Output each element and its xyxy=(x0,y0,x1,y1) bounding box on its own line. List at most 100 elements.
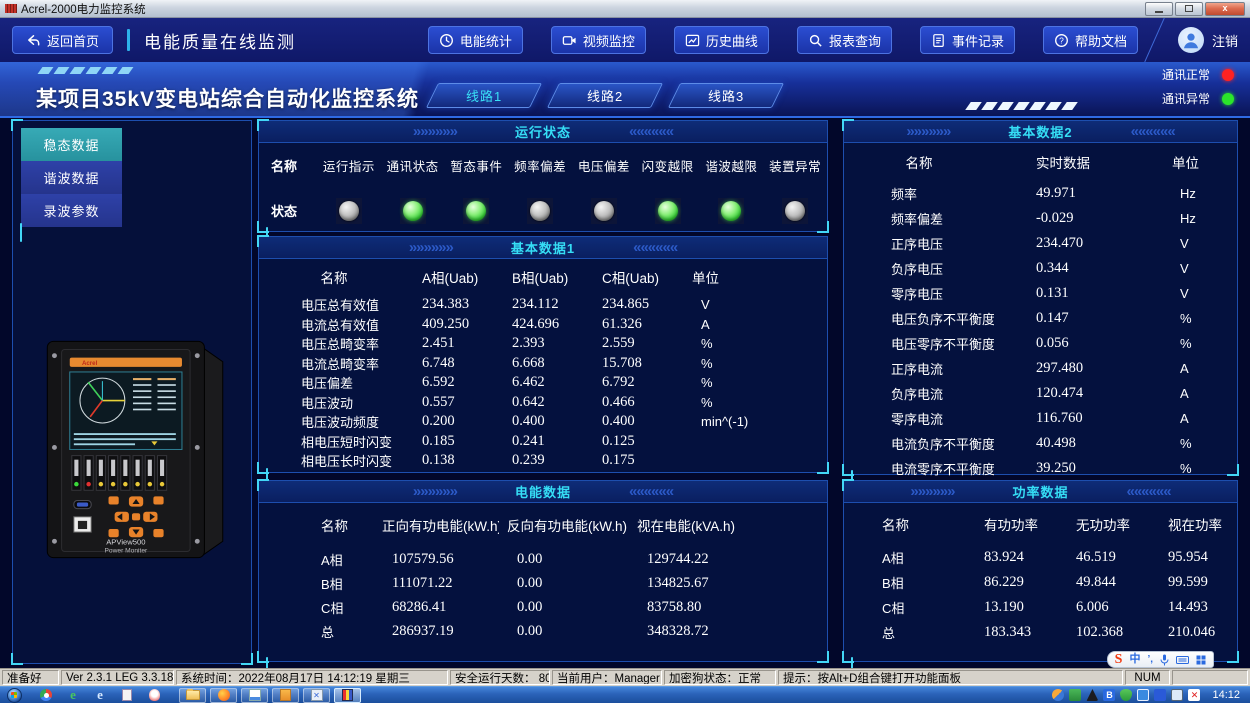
table-cell: 0.00 xyxy=(499,619,629,643)
firefox-icon[interactable] xyxy=(210,688,237,703)
table-cell: 424.696 xyxy=(499,315,589,335)
taskbar-clock[interactable]: 14:12 xyxy=(1212,689,1240,701)
table-cell: 相电压长时闪变 xyxy=(259,451,409,471)
table-cell: 234.112 xyxy=(499,295,589,315)
table-cell xyxy=(679,432,829,452)
sogou-logo-icon[interactable]: S xyxy=(1115,653,1123,667)
taskbar-open: ✕ xyxy=(175,688,361,703)
status-light-green xyxy=(655,198,681,224)
table-row: A相107579.560.00129744.22 xyxy=(259,547,829,571)
sidebar-item-3[interactable]: 录波参数 xyxy=(21,194,122,227)
360-browser-icon[interactable]: e xyxy=(64,688,82,703)
tab-line-3[interactable]: 线路3 xyxy=(668,83,784,108)
folder-icon[interactable] xyxy=(1069,689,1081,701)
table-cell: 6.462 xyxy=(499,373,589,393)
table-cell: 13.190 xyxy=(974,595,1066,620)
nav-button-5[interactable]: 事件记录 xyxy=(920,26,1015,54)
column-header: 视在电能(kVA.h) xyxy=(629,503,829,547)
statusbar-filler xyxy=(1172,670,1248,685)
table-cell: Hz xyxy=(1164,206,1239,231)
status-light-green xyxy=(463,198,489,224)
table-cell: % xyxy=(679,393,829,413)
table-cell: V xyxy=(1164,256,1239,281)
calculator-icon[interactable] xyxy=(272,688,299,703)
logout-button[interactable]: 注销 xyxy=(1212,31,1238,50)
start-button[interactable] xyxy=(0,687,28,703)
nav-button-6[interactable]: ?帮助文档 xyxy=(1043,26,1138,54)
table-cell: A xyxy=(1164,381,1239,406)
table-cell: 电压总有效值 xyxy=(259,295,409,315)
corner-bracket xyxy=(1227,651,1239,663)
nav-button-3[interactable]: 历史曲线 xyxy=(674,26,769,54)
nav-divider xyxy=(127,29,130,51)
sidebar-item-2[interactable]: 谐波数据 xyxy=(21,161,122,194)
column-header: 单位 xyxy=(1164,143,1239,181)
antenna-icon[interactable] xyxy=(1086,689,1098,701)
table-cell: 49.844 xyxy=(1066,570,1158,595)
shield-icon[interactable] xyxy=(1120,689,1132,701)
table-cell: 电压负序不平衡度 xyxy=(844,306,994,331)
explorer-icon[interactable] xyxy=(179,688,206,703)
table-cell: % xyxy=(679,373,829,393)
tab-line-2[interactable]: 线路2 xyxy=(547,83,663,108)
table-cell: V xyxy=(1164,281,1239,306)
chrome-icon[interactable] xyxy=(37,688,55,703)
top-navbar: 返回首页 电能质量在线监测 电能统计视频监控历史曲线报表查询事件记录?帮助文档 … xyxy=(0,18,1250,62)
bluetooth-icon[interactable]: B xyxy=(1103,689,1115,701)
display-icon[interactable] xyxy=(1154,689,1166,701)
column-header: A相(Uab) xyxy=(409,259,499,295)
row-label-status: 状态 xyxy=(259,201,317,220)
logout-area: 注销 xyxy=(1148,18,1238,62)
panel-basic1: »»»»»» 基本数据1 «««««« 名称A相(Uab)B相(Uab)C相(U… xyxy=(258,236,828,473)
table-cell: 0.400 xyxy=(589,412,679,432)
table-row: 负序电压0.344V xyxy=(844,256,1239,281)
nav-button-4[interactable]: 报表查询 xyxy=(797,26,892,54)
ie-icon[interactable]: e xyxy=(91,688,109,703)
run-status-lights: 状态 xyxy=(259,188,827,233)
corner-bracket xyxy=(257,235,269,247)
table-cell: 频率 xyxy=(844,181,994,206)
maximize-button[interactable] xyxy=(1175,2,1203,16)
toolbox-grid-icon[interactable] xyxy=(1196,655,1206,665)
nav-button-2[interactable]: 视频监控 xyxy=(551,26,646,54)
corner-bracket xyxy=(20,223,22,242)
tools-icon[interactable]: ✕ xyxy=(303,688,330,703)
column-header: 正向有功电能(kW.h) xyxy=(374,503,499,547)
table-cell: 零序电流 xyxy=(844,406,994,431)
network-icon[interactable] xyxy=(1171,689,1183,701)
minimize-button[interactable] xyxy=(1145,2,1173,16)
back-home-button[interactable]: 返回首页 xyxy=(12,26,113,54)
ime-punctuation-toggle[interactable]: ’, xyxy=(1147,655,1153,665)
notepad-icon[interactable] xyxy=(118,688,136,703)
volume-muted-icon[interactable]: ✕ xyxy=(1188,689,1200,701)
back-home-label: 返回首页 xyxy=(47,31,99,50)
ime-icon[interactable] xyxy=(1137,689,1149,701)
column-header: 单位 xyxy=(679,259,829,295)
monitor-app-icon[interactable] xyxy=(334,688,361,703)
panel-title: 基本数据2 xyxy=(1008,122,1072,141)
microphone-icon[interactable] xyxy=(1160,654,1169,666)
ime-config-icon[interactable] xyxy=(241,688,268,703)
table-cell: 6.592 xyxy=(409,373,499,393)
table-cell: 234.383 xyxy=(409,295,499,315)
table-row: C相13.1906.00614.493 xyxy=(844,595,1239,620)
soft-keyboard-icon[interactable] xyxy=(1176,655,1189,665)
language-icon[interactable] xyxy=(1052,689,1064,701)
corner-bracket xyxy=(11,119,23,131)
column-header: 实时数据 xyxy=(994,143,1164,181)
table-cell: 0.642 xyxy=(499,393,589,413)
nav-button-label: 视频监控 xyxy=(583,31,635,50)
nav-button-1[interactable]: 电能统计 xyxy=(428,26,523,54)
sidebar-item-1[interactable]: 稳态数据 xyxy=(21,128,122,161)
table-cell: 107579.56 xyxy=(374,547,499,571)
tab-line-1[interactable]: 线路1 xyxy=(426,83,542,108)
status-item-label: 通讯状态 xyxy=(381,156,445,175)
table-cell: 234.470 xyxy=(994,231,1164,256)
corner-bracket xyxy=(842,479,854,491)
ime-mode-toggle[interactable]: 中 xyxy=(1129,654,1140,665)
table-cell: 0.344 xyxy=(994,256,1164,281)
table-cell: 电流零序不平衡度 xyxy=(844,456,994,481)
close-button[interactable]: x xyxy=(1205,2,1245,16)
table-cell: 0.185 xyxy=(409,432,499,452)
qq-icon[interactable] xyxy=(145,688,163,703)
